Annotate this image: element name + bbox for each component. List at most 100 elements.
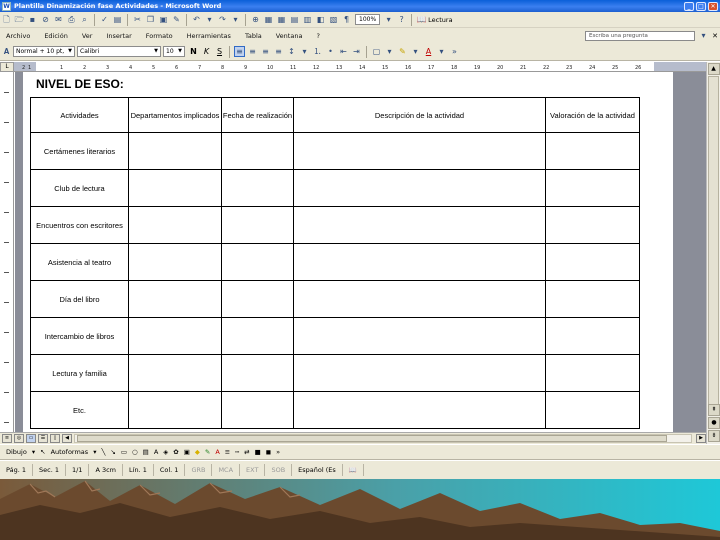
font-dropdown-icon[interactable]: ▼ bbox=[154, 47, 158, 56]
columns-icon[interactable]: ▥ bbox=[302, 14, 313, 25]
activity-cell[interactable]: Intercambio de libros bbox=[30, 317, 129, 355]
new-icon[interactable]: 🗋 bbox=[1, 14, 12, 25]
table-cell[interactable] bbox=[128, 206, 222, 244]
table-cell[interactable] bbox=[545, 317, 640, 355]
scroll-left-icon[interactable]: ◀ bbox=[62, 434, 72, 443]
normal-view-icon[interactable]: ≡ bbox=[2, 434, 12, 443]
spelling-status-icon[interactable]: 📖 bbox=[343, 464, 364, 476]
menu-edicion[interactable]: Edición bbox=[37, 32, 75, 40]
oval-icon[interactable]: ○ bbox=[132, 448, 138, 456]
wordart-icon[interactable]: A bbox=[154, 448, 158, 456]
outline-view-icon[interactable]: ☰ bbox=[38, 434, 48, 443]
horizontal-scroll-track[interactable] bbox=[74, 434, 692, 443]
line-style-icon[interactable]: ≡ bbox=[225, 448, 230, 456]
zoom-combo[interactable]: 100% bbox=[355, 14, 381, 25]
font-combo[interactable]: Calibri ▼ bbox=[77, 46, 161, 57]
table-cell[interactable] bbox=[545, 354, 640, 392]
font-color-draw-icon[interactable]: A bbox=[215, 448, 219, 456]
activity-cell[interactable]: Encuentros con escritores bbox=[30, 206, 129, 244]
column-header-evaluation[interactable]: Valoración de la actividad bbox=[545, 97, 640, 133]
table-cell[interactable] bbox=[545, 206, 640, 244]
style-combo[interactable]: Normal + 10 pt, ▼ bbox=[13, 46, 75, 57]
document-map-icon[interactable]: ▧ bbox=[328, 14, 339, 25]
activity-cell[interactable]: Asistencia al teatro bbox=[30, 243, 129, 281]
format-painter-icon[interactable]: ✎ bbox=[171, 14, 182, 25]
activity-cell[interactable]: Club de lectura bbox=[30, 169, 129, 207]
read-button[interactable]: Lectura bbox=[428, 16, 452, 24]
menu-ver[interactable]: Ver bbox=[75, 32, 100, 40]
table-cell[interactable] bbox=[293, 280, 546, 318]
menu-insertar[interactable]: Insertar bbox=[99, 32, 138, 40]
cut-icon[interactable]: ✂ bbox=[132, 14, 143, 25]
italic-button[interactable]: K bbox=[201, 46, 212, 57]
underline-button[interactable]: S bbox=[214, 46, 225, 57]
copy-icon[interactable]: ❐ bbox=[145, 14, 156, 25]
numbering-icon[interactable]: ⒈ bbox=[312, 46, 323, 57]
3d-icon[interactable]: ◼ bbox=[266, 448, 271, 456]
activity-cell[interactable]: Lectura y familia bbox=[30, 354, 129, 392]
redo-dropdown-icon[interactable]: ▾ bbox=[230, 14, 241, 25]
save-icon[interactable]: ▪ bbox=[27, 14, 38, 25]
status-overtype[interactable]: SOB bbox=[265, 464, 293, 476]
bullets-icon[interactable]: • bbox=[325, 46, 336, 57]
line-spacing-icon[interactable]: ↕ bbox=[286, 46, 297, 57]
column-header-description[interactable]: Descripción de la actividad bbox=[293, 97, 546, 133]
fill-color-icon[interactable]: ◆ bbox=[195, 448, 200, 456]
web-view-icon[interactable]: ◎ bbox=[14, 434, 24, 443]
column-header-date[interactable]: Fecha de realización bbox=[221, 97, 294, 133]
select-objects-icon[interactable]: ↖ bbox=[40, 448, 45, 456]
document-workspace[interactable]: NIVEL DE ESO: Actividades Departamentos … bbox=[15, 72, 706, 432]
autoshapes-button[interactable]: Autoformas bbox=[51, 448, 89, 456]
highlight-dropdown-icon[interactable]: ▾ bbox=[410, 46, 421, 57]
justify-icon[interactable]: ≡ bbox=[273, 46, 284, 57]
table-cell[interactable] bbox=[128, 169, 222, 207]
align-left-icon[interactable]: ≡ bbox=[234, 46, 245, 57]
shadow-icon[interactable]: ■ bbox=[255, 448, 261, 456]
styles-pane-icon[interactable]: 𝐀 bbox=[1, 46, 12, 57]
table-cell[interactable] bbox=[128, 243, 222, 281]
reading-view-icon[interactable]: ▯ bbox=[50, 434, 60, 443]
increase-indent-icon[interactable]: ⇥ bbox=[351, 46, 362, 57]
browse-object-icon[interactable]: ● bbox=[708, 417, 720, 429]
text-box-icon[interactable]: ▤ bbox=[143, 448, 149, 456]
dash-style-icon[interactable]: ┅ bbox=[235, 448, 239, 456]
print-icon[interactable]: ⎙ bbox=[66, 14, 77, 25]
table-cell[interactable] bbox=[293, 132, 546, 170]
table-cell[interactable] bbox=[293, 243, 546, 281]
table-cell[interactable] bbox=[293, 169, 546, 207]
table-cell[interactable] bbox=[293, 391, 546, 429]
column-header-departments[interactable]: Departamentos implicados bbox=[128, 97, 222, 133]
toolbar-options-icon[interactable]: » bbox=[276, 448, 280, 456]
hyperlink-icon[interactable]: ⊕ bbox=[250, 14, 261, 25]
tab-selector[interactable]: L bbox=[0, 62, 14, 72]
scroll-up-icon[interactable]: ▲ bbox=[707, 63, 720, 75]
table-cell[interactable] bbox=[221, 169, 294, 207]
spelling-icon[interactable]: ✓ bbox=[99, 14, 110, 25]
email-icon[interactable]: ✉ bbox=[53, 14, 64, 25]
previous-page-icon[interactable]: ⇞ bbox=[708, 404, 720, 416]
draw-menu-button[interactable]: Dibujo bbox=[6, 448, 27, 456]
next-page-icon[interactable]: ⇟ bbox=[708, 430, 720, 442]
table-cell[interactable] bbox=[293, 317, 546, 355]
rectangle-icon[interactable]: ▭ bbox=[121, 448, 127, 456]
horizontal-scroll-thumb[interactable] bbox=[77, 435, 667, 442]
bold-button[interactable]: N bbox=[188, 46, 199, 57]
table-cell[interactable] bbox=[293, 206, 546, 244]
research-icon[interactable]: ▤ bbox=[112, 14, 123, 25]
table-cell[interactable] bbox=[128, 391, 222, 429]
activity-cell[interactable]: Certámenes literarios bbox=[30, 132, 129, 170]
activities-table[interactable]: Actividades Departamentos implicados Fec… bbox=[30, 97, 640, 429]
read-icon[interactable]: 📖 bbox=[416, 14, 427, 25]
help-dropdown-icon[interactable]: ▾ bbox=[698, 30, 709, 41]
vertical-ruler[interactable] bbox=[0, 72, 14, 432]
column-header-activities[interactable]: Actividades bbox=[30, 97, 129, 133]
close-window-button[interactable]: ✕ bbox=[708, 1, 718, 11]
show-hide-icon[interactable]: ¶ bbox=[341, 14, 352, 25]
menu-ventana[interactable]: Ventana bbox=[269, 32, 310, 40]
font-size-combo[interactable]: 10 ▼ bbox=[163, 46, 185, 57]
print-preview-icon[interactable]: ⌕ bbox=[79, 14, 90, 25]
undo-icon[interactable]: ↶ bbox=[191, 14, 202, 25]
scroll-thumb[interactable] bbox=[708, 76, 719, 406]
help-question-input[interactable]: Escriba una pregunta bbox=[585, 30, 695, 41]
toolbar-options-icon[interactable]: » bbox=[449, 46, 460, 57]
